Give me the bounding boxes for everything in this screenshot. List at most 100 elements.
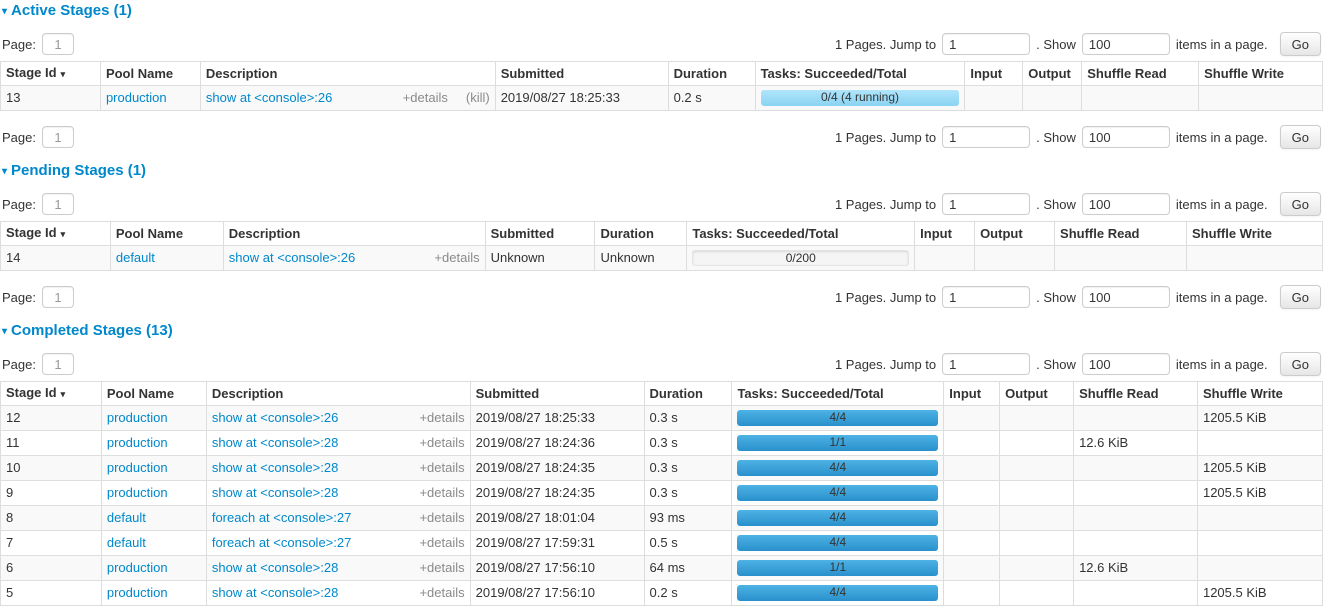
description-link[interactable]: foreach at <console>:27 (212, 511, 352, 525)
column-header-tasks-succeeded-total[interactable]: Tasks: Succeeded/Total (755, 62, 965, 86)
go-button[interactable]: Go (1280, 192, 1321, 216)
page-number-input[interactable] (42, 193, 74, 215)
go-button[interactable]: Go (1280, 352, 1321, 376)
pagination-bar: Page: 1 Pages. Jump to . Show items in a… (2, 352, 1321, 376)
column-header-shuffle-read[interactable]: Shuffle Read (1074, 382, 1198, 406)
column-header-tasks-succeeded-total[interactable]: Tasks: Succeeded/Total (687, 222, 915, 246)
description-link[interactable]: show at <console>:28 (212, 461, 338, 475)
jump-to-input[interactable] (942, 286, 1030, 308)
column-header-shuffle-read[interactable]: Shuffle Read (1055, 222, 1187, 246)
section-header-pending-stages[interactable]: ▾Pending Stages (1) (2, 163, 1321, 179)
details-toggle-link[interactable]: +details (419, 436, 464, 450)
column-header-tasks-succeeded-total[interactable]: Tasks: Succeeded/Total (732, 382, 944, 406)
column-header-input[interactable]: Input (944, 382, 1000, 406)
column-header-submitted[interactable]: Submitted (495, 62, 668, 86)
jump-to-input[interactable] (942, 193, 1030, 215)
column-header-input[interactable]: Input (965, 62, 1023, 86)
output-cell (1000, 431, 1074, 456)
column-header-pool-name[interactable]: Pool Name (110, 222, 223, 246)
section-header-completed-stages[interactable]: ▾Completed Stages (13) (2, 323, 1321, 339)
column-header-shuffle-read[interactable]: Shuffle Read (1082, 62, 1199, 86)
pool-name-link[interactable]: production (107, 460, 168, 475)
pool-name-link[interactable]: production (107, 485, 168, 500)
progress-label: 0/4 (4 running) (761, 90, 960, 105)
page-number-input[interactable] (42, 353, 74, 375)
page-jump-controls: 1 Pages. Jump to . Show items in a page.… (835, 352, 1321, 376)
jump-to-input[interactable] (942, 353, 1030, 375)
details-toggle-link[interactable]: +details (419, 511, 464, 525)
column-label: Submitted (501, 66, 565, 81)
description-link[interactable]: show at <console>:26 (206, 91, 332, 105)
output-cell (1000, 506, 1074, 531)
column-header-description[interactable]: Description (200, 62, 495, 86)
page-number-input[interactable] (42, 33, 74, 55)
description-link[interactable]: show at <console>:26 (229, 251, 355, 265)
pool-name-link[interactable]: production (107, 435, 168, 450)
column-header-pool-name[interactable]: Pool Name (101, 382, 206, 406)
column-header-pool-name[interactable]: Pool Name (100, 62, 200, 86)
column-header-description[interactable]: Description (223, 222, 485, 246)
pool-name-link[interactable]: production (107, 410, 168, 425)
description-link[interactable]: show at <console>:26 (212, 411, 338, 425)
stage-id-cell: 9 (1, 481, 102, 506)
column-header-shuffle-write[interactable]: Shuffle Write (1187, 222, 1323, 246)
column-header-stage-id[interactable]: Stage Id▾ (1, 382, 102, 406)
details-toggle-link[interactable]: +details (419, 486, 464, 500)
show-items-input[interactable] (1082, 193, 1170, 215)
details-toggle-link[interactable]: +details (419, 586, 464, 600)
details-toggle-link[interactable]: +details (419, 561, 464, 575)
page-number-input[interactable] (42, 126, 74, 148)
column-label: Shuffle Read (1060, 226, 1139, 241)
section-header-active-stages[interactable]: ▾Active Stages (1) (2, 3, 1321, 19)
column-header-duration[interactable]: Duration (644, 382, 732, 406)
pending-pagination-bottom: Page: 1 Pages. Jump to . Show items in a… (0, 285, 1323, 309)
pool-name-cell: production (100, 86, 200, 111)
column-header-submitted[interactable]: Submitted (485, 222, 595, 246)
jump-to-input[interactable] (942, 33, 1030, 55)
page-number-input[interactable] (42, 286, 74, 308)
description-link[interactable]: show at <console>:28 (212, 436, 338, 450)
column-header-stage-id[interactable]: Stage Id▾ (1, 62, 101, 86)
jump-to-input[interactable] (942, 126, 1030, 148)
show-items-input[interactable] (1082, 126, 1170, 148)
details-toggle-link[interactable]: +details (403, 91, 448, 105)
show-items-input[interactable] (1082, 33, 1170, 55)
description-link[interactable]: foreach at <console>:27 (212, 536, 352, 550)
column-header-output[interactable]: Output (1000, 382, 1074, 406)
go-button[interactable]: Go (1280, 125, 1321, 149)
details-toggle-link[interactable]: +details (419, 461, 464, 475)
page-jump-controls: 1 Pages. Jump to . Show items in a page.… (835, 125, 1321, 149)
pool-name-link[interactable]: production (107, 560, 168, 575)
collapse-arrow-icon: ▾ (2, 6, 7, 17)
column-header-output[interactable]: Output (975, 222, 1055, 246)
column-header-duration[interactable]: Duration (595, 222, 687, 246)
pool-name-link[interactable]: default (107, 510, 146, 525)
column-header-duration[interactable]: Duration (668, 62, 755, 86)
column-header-submitted[interactable]: Submitted (470, 382, 644, 406)
pool-name-link[interactable]: default (116, 250, 155, 265)
column-header-stage-id[interactable]: Stage Id▾ (1, 222, 111, 246)
column-header-input[interactable]: Input (915, 222, 975, 246)
tasks-progress-bar: 0/200 (692, 250, 909, 266)
description-link[interactable]: show at <console>:28 (212, 561, 338, 575)
go-button[interactable]: Go (1280, 32, 1321, 56)
pool-name-link[interactable]: production (107, 585, 168, 600)
kill-stage-link[interactable]: (kill) (466, 91, 490, 105)
go-button[interactable]: Go (1280, 285, 1321, 309)
shuffle-write-cell (1197, 556, 1322, 581)
description-link[interactable]: show at <console>:28 (212, 486, 338, 500)
column-header-shuffle-write[interactable]: Shuffle Write (1197, 382, 1322, 406)
show-items-input[interactable] (1082, 286, 1170, 308)
show-items-input[interactable] (1082, 353, 1170, 375)
column-header-shuffle-write[interactable]: Shuffle Write (1199, 62, 1323, 86)
tasks-progress-bar: 1/1 (737, 560, 938, 576)
pool-name-link[interactable]: production (106, 90, 167, 105)
pool-name-link[interactable]: default (107, 535, 146, 550)
details-toggle-link[interactable]: +details (419, 411, 464, 425)
details-toggle-link[interactable]: +details (419, 536, 464, 550)
description-link[interactable]: show at <console>:28 (212, 586, 338, 600)
column-header-output[interactable]: Output (1023, 62, 1082, 86)
details-toggle-link[interactable]: +details (434, 251, 479, 265)
column-header-description[interactable]: Description (206, 382, 470, 406)
items-per-page-text: items in a page. (1176, 357, 1268, 372)
